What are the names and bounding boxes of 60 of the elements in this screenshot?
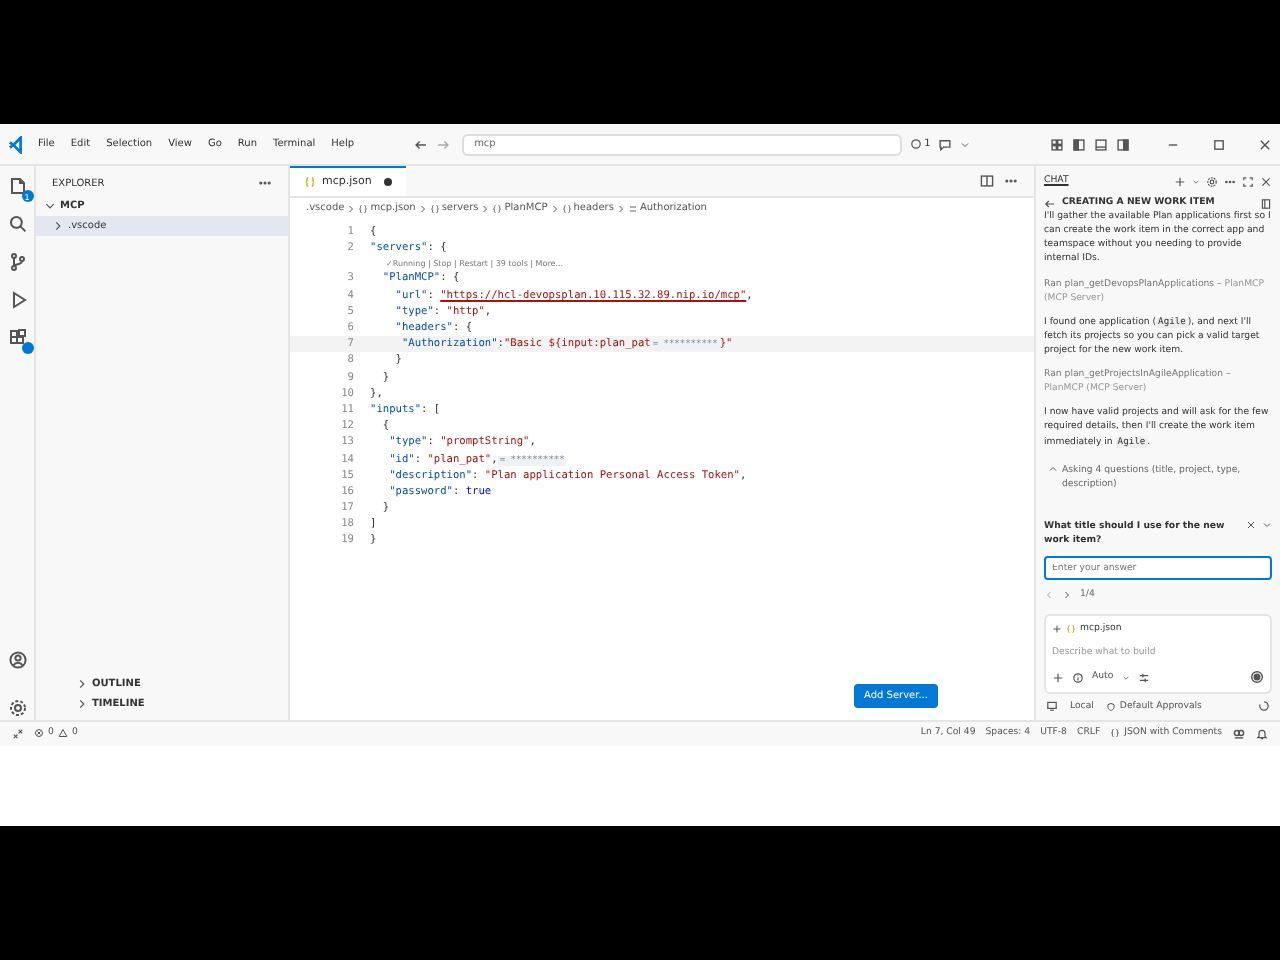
new-chat-icon[interactable] [1174,175,1186,187]
secondary-sidebar-icon[interactable] [1116,137,1130,151]
caret-icon[interactable] [1121,673,1130,682]
close-icon[interactable] [1246,519,1256,530]
sidebar-toggle-icon[interactable] [1072,137,1086,151]
search-icon[interactable] [7,214,27,234]
back-icon[interactable] [1044,197,1056,210]
close-icon[interactable] [1260,175,1272,187]
maximize-icon[interactable] [1212,137,1226,151]
settings-icon[interactable] [1206,175,1218,187]
chevron-right-icon [52,220,64,232]
remote-icon[interactable] [12,727,24,740]
add-icon[interactable] [1052,671,1064,684]
chevron-right-icon [480,203,491,213]
braces-icon [429,203,440,213]
error-icon [34,728,44,739]
extensions-icon[interactable] [7,328,27,348]
caret-icon[interactable] [1192,177,1200,185]
more-icon[interactable] [258,176,272,190]
chevron-right-icon [346,203,357,213]
info-icon[interactable] [1072,671,1084,684]
braces-icon [492,203,503,213]
chevron-right-icon [417,203,428,213]
json-icon [304,176,316,188]
panel-toggle-icon[interactable] [1094,137,1108,151]
split-editor-icon[interactable] [980,174,994,188]
json-icon [1066,624,1076,635]
app-logo-icon [8,135,26,153]
chat-icon[interactable] [938,137,953,151]
braces-icon [358,203,369,213]
tools-icon[interactable] [1137,671,1150,684]
chevron-right-icon [615,203,626,213]
settings-icon[interactable] [7,697,27,718]
braces-icon [1110,728,1121,739]
circle-icon [910,138,923,150]
stop-icon[interactable] [1250,670,1264,685]
files-icon[interactable] [7,176,27,196]
chevron-right-icon [549,203,560,213]
account-icon[interactable] [7,649,27,670]
shield-icon [1105,701,1116,712]
more-icon[interactable] [1224,175,1236,187]
warning-icon [57,728,68,739]
back-icon[interactable] [414,137,429,151]
source-control-icon[interactable] [7,252,27,272]
run-debug-icon[interactable] [7,290,27,310]
close-icon[interactable] [1258,137,1272,151]
spinner-icon [1258,700,1270,713]
string-icon [627,203,638,213]
braces-icon [561,203,572,213]
new-window-icon[interactable] [1260,197,1272,210]
chevron-down-icon [44,200,56,212]
more-icon[interactable] [1004,174,1018,188]
layout-icon[interactable] [1050,137,1064,151]
add-context-icon[interactable] [1052,624,1062,635]
monitor-icon [1046,700,1058,713]
bell-icon[interactable] [1256,727,1268,740]
maximize-icon[interactable] [1242,175,1254,187]
badge-dot [21,342,33,354]
copilot-icon[interactable] [1232,726,1246,741]
chevron-up-icon [1048,463,1058,474]
